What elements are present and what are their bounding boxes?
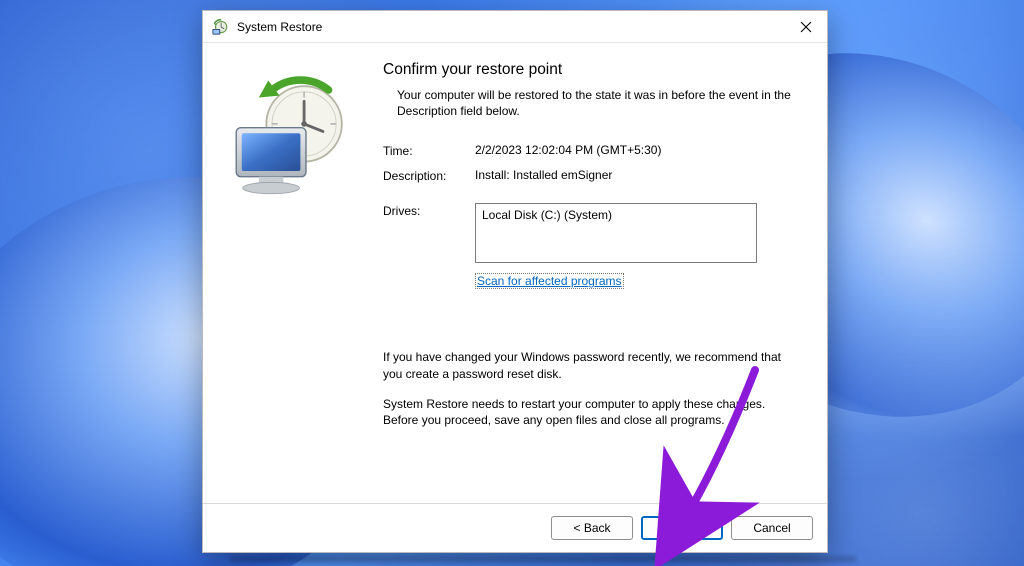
notes-section: If you have changed your Windows passwor…	[383, 349, 797, 428]
system-restore-dialog: System Restore	[202, 10, 828, 553]
password-note: If you have changed your Windows passwor…	[383, 349, 797, 381]
description-row: Description: Install: Installed emSigner	[383, 168, 797, 183]
description-value: Install: Installed emSigner	[475, 168, 797, 182]
system-restore-large-icon	[223, 73, 355, 201]
description-label: Description:	[383, 168, 475, 183]
time-label: Time:	[383, 143, 475, 158]
dialog-body: Confirm your restore point Your computer…	[203, 43, 827, 503]
scan-affected-programs-link[interactable]: Scan for affected programs	[475, 273, 624, 289]
back-button[interactable]: < Back	[551, 516, 633, 540]
restart-note: System Restore needs to restart your com…	[383, 396, 797, 428]
drive-item: Local Disk (C:) (System)	[482, 208, 750, 222]
window-title: System Restore	[237, 20, 787, 34]
dialog-footer: < Back Finish Cancel	[203, 503, 827, 552]
drives-listbox[interactable]: Local Disk (C:) (System)	[475, 203, 757, 263]
finish-button[interactable]: Finish	[641, 516, 723, 540]
close-button[interactable]	[787, 12, 825, 42]
titlebar: System Restore	[203, 11, 827, 43]
wizard-main: Confirm your restore point Your computer…	[375, 43, 827, 503]
cancel-button[interactable]: Cancel	[731, 516, 813, 540]
time-value: 2/2/2023 12:02:04 PM (GMT+5:30)	[475, 143, 797, 157]
page-heading: Confirm your restore point	[383, 61, 797, 79]
wizard-sidebar	[203, 43, 375, 503]
drives-label: Drives:	[383, 203, 475, 218]
shadow	[230, 556, 856, 562]
time-row: Time: 2/2/2023 12:02:04 PM (GMT+5:30)	[383, 143, 797, 158]
intro-text: Your computer will be restored to the st…	[397, 87, 797, 119]
drives-row: Drives: Local Disk (C:) (System) Scan fo…	[383, 203, 797, 289]
system-restore-icon	[211, 18, 229, 36]
close-icon	[800, 21, 812, 33]
